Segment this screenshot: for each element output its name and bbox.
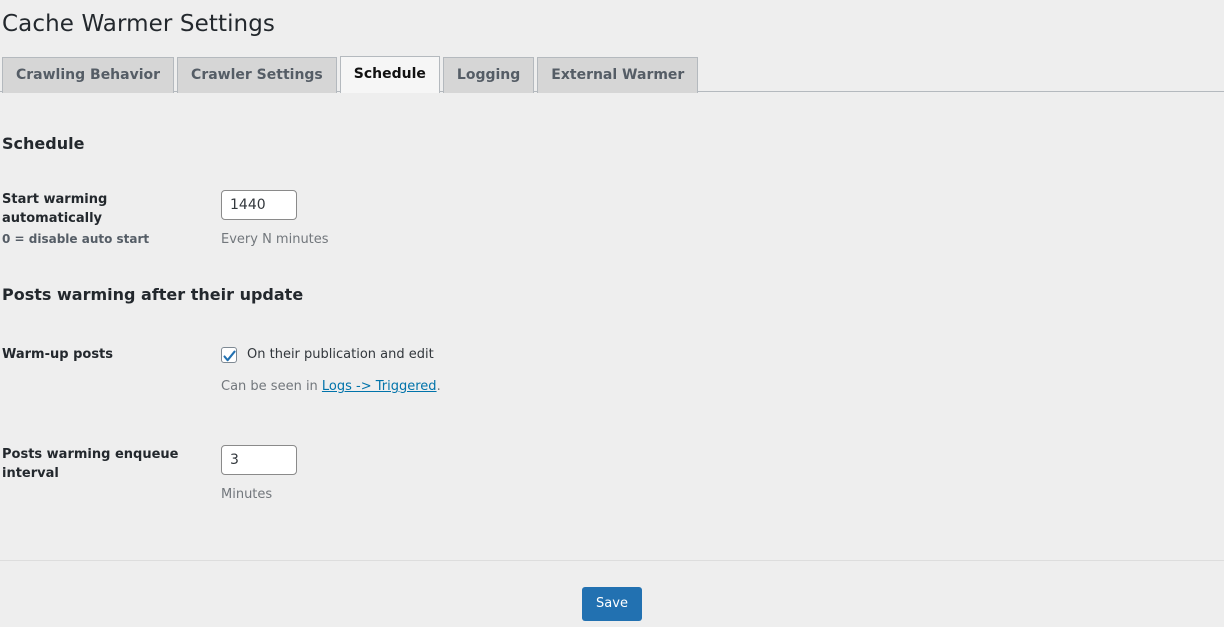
section-heading-schedule: Schedule xyxy=(2,134,85,153)
footer-divider xyxy=(0,560,1224,561)
tab-schedule[interactable]: Schedule xyxy=(339,56,440,93)
label-start-warming-automatically: Start warming automatically 0 = disable … xyxy=(2,190,221,248)
footer: Save xyxy=(0,587,1224,621)
row-start-warming-automatically: Start warming automatically 0 = disable … xyxy=(2,190,1224,249)
label-main-text: Start warming automatically xyxy=(2,192,108,226)
label-posts-warming-enqueue-interval: Posts warming enqueue interval xyxy=(2,445,221,483)
warm-up-posts-check-line: On their publication and edit xyxy=(221,345,1224,365)
warm-up-posts-checkbox[interactable] xyxy=(221,347,237,363)
check-icon xyxy=(223,350,236,362)
section-heading-posts-warming: Posts warming after their update xyxy=(2,285,304,304)
tab-crawler-settings[interactable]: Crawler Settings xyxy=(177,57,337,93)
enqueue-interval-hint: Minutes xyxy=(221,487,273,502)
row-warm-up-posts: Warm-up posts On their publication and e… xyxy=(2,345,1224,396)
field-start-warming-automatically: Every N minutes xyxy=(221,190,1224,249)
field-posts-warming-enqueue-interval: Minutes xyxy=(221,445,1224,504)
note-suffix: . xyxy=(436,379,441,394)
tab-crawling-behavior[interactable]: Crawling Behavior xyxy=(2,57,175,93)
logs-triggered-link[interactable]: Logs -> Triggered xyxy=(322,379,437,394)
page-title: Cache Warmer Settings xyxy=(2,11,276,37)
warm-up-posts-checkbox-label: On their publication and edit xyxy=(247,347,434,362)
save-button[interactable]: Save xyxy=(582,587,642,621)
auto-start-interval-input[interactable] xyxy=(221,190,297,220)
settings-content: Schedule Start warming automatically 0 =… xyxy=(0,92,1224,504)
tab-bar: Crawling Behavior Crawler Settings Schedul… xyxy=(0,56,1224,93)
row-posts-warming-enqueue-interval: Posts warming enqueue interval Minutes xyxy=(2,445,1224,504)
field-warm-up-posts: On their publication and edit Can be see… xyxy=(221,345,1224,396)
label-main-text: Warm-up posts xyxy=(2,347,114,362)
auto-start-interval-hint: Every N minutes xyxy=(221,232,329,247)
warm-up-posts-note: Can be seen in Logs -> Triggered. xyxy=(221,378,1224,396)
tab-logging[interactable]: Logging xyxy=(442,57,535,93)
label-warm-up-posts: Warm-up posts xyxy=(2,345,221,364)
label-main-text: Posts warming enqueue interval xyxy=(2,447,179,481)
note-prefix: Can be seen in xyxy=(221,379,322,394)
tab-external-warmer[interactable]: External Warmer xyxy=(537,57,699,93)
enqueue-interval-input[interactable] xyxy=(221,445,297,475)
label-sub-text: 0 = disable auto start xyxy=(2,232,150,246)
